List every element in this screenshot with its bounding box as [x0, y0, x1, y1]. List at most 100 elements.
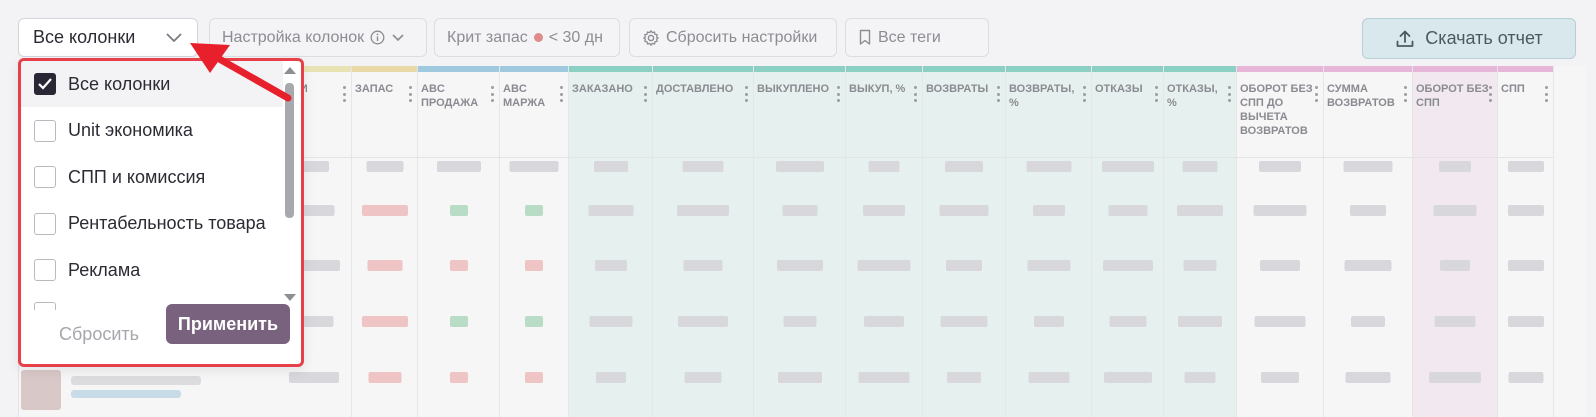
blurred-cell — [525, 372, 543, 383]
blurred-cell — [1183, 260, 1217, 271]
critical-stock-filter[interactable]: Крит запас < 30 дн — [434, 18, 620, 57]
table-column: ВОЗВРАТЫ — [923, 66, 1006, 417]
blurred-cell — [1343, 161, 1393, 172]
table-column: СУММА ВОЗВРАТОВ — [1324, 66, 1413, 417]
info-icon — [370, 30, 385, 45]
column-header[interactable]: ОБОРОТ БЕЗ СПП ДО ВЫЧЕТА ВОЗВРАТОВ — [1237, 72, 1323, 158]
column-header[interactable]: ВЫКУП, % — [846, 72, 922, 158]
column-menu-icon[interactable] — [914, 86, 918, 102]
column-menu-icon[interactable] — [745, 86, 749, 102]
checkbox[interactable] — [34, 119, 56, 142]
dropdown-apply-button[interactable]: Применить — [166, 304, 290, 344]
product-link-blurred — [71, 390, 181, 398]
column-group-option[interactable]: Рентабельность товара — [21, 201, 283, 247]
checkbox[interactable] — [34, 166, 56, 188]
column-menu-icon[interactable] — [343, 86, 347, 102]
column-group-option[interactable]: Unit экономика — [21, 108, 283, 154]
blurred-cell — [777, 372, 822, 383]
blurred-cell — [1440, 260, 1470, 271]
column-header[interactable]: ВОЗВРАТЫ — [923, 72, 1005, 158]
blurred-cell — [857, 260, 911, 271]
column-menu-icon[interactable] — [1083, 86, 1087, 102]
blurred-cell — [683, 260, 723, 271]
blurred-cell — [1507, 161, 1544, 172]
blurred-cell — [1344, 260, 1392, 271]
column-header[interactable]: ОБОРОТ БЕЗ СПП — [1413, 72, 1497, 158]
column-menu-icon[interactable] — [1545, 86, 1549, 102]
blurred-cell — [1259, 161, 1301, 172]
blurred-cell — [1027, 260, 1070, 271]
checkbox-checked[interactable] — [34, 73, 56, 95]
checkbox[interactable] — [34, 212, 56, 235]
chevron-down-icon — [392, 33, 404, 41]
blurred-cell — [1182, 161, 1218, 172]
column-menu-icon[interactable] — [560, 86, 564, 102]
column-menu-icon[interactable] — [491, 86, 495, 102]
column-menu-icon[interactable] — [1155, 86, 1159, 102]
column-header-label: СУММА ВОЗВРАТОВ — [1327, 83, 1395, 109]
column-menu-icon[interactable] — [1489, 86, 1493, 102]
table-column: ВОЗВРАТЫ, % — [1006, 66, 1092, 417]
blurred-cell — [361, 205, 408, 216]
blurred-cell — [868, 161, 900, 172]
column-menu-icon[interactable] — [1228, 86, 1232, 102]
blurred-cell — [775, 161, 824, 172]
columns-select[interactable]: Все колонки — [18, 18, 198, 57]
column-menu-icon[interactable] — [1404, 86, 1408, 102]
column-group-label: Unit экономика — [68, 120, 193, 140]
column-header-label: ОБОРОТ БЕЗ СПП — [1416, 83, 1489, 109]
checkbox[interactable] — [34, 259, 56, 281]
column-header[interactable]: СУММА ВОЗВРАТОВ — [1324, 72, 1412, 158]
column-header-label: ЗАКАЗАНО — [572, 83, 633, 95]
blurred-cell — [509, 161, 559, 172]
column-header[interactable]: ОТКАЗЫ, % — [1164, 72, 1236, 158]
blurred-cell — [946, 260, 982, 271]
blurred-cell — [367, 260, 402, 271]
column-header[interactable]: ДОСТАВЛЕНО — [653, 72, 753, 158]
blurred-cell — [1102, 260, 1153, 271]
column-menu-icon[interactable] — [997, 86, 1001, 102]
column-menu-icon[interactable] — [1315, 86, 1319, 102]
blurred-cell — [945, 161, 983, 172]
blurred-cell — [588, 205, 633, 216]
blurred-cell — [939, 205, 989, 216]
reset-settings-button[interactable]: Сбросить настройки — [629, 18, 837, 57]
scroll-down-arrow-icon[interactable] — [284, 294, 296, 301]
blurred-cell — [1351, 316, 1385, 327]
column-header[interactable]: ЗАПАС — [352, 72, 417, 158]
all-tags-label: Все теги — [878, 28, 941, 46]
column-menu-icon[interactable] — [644, 86, 648, 102]
column-group-option[interactable]: Реклама — [21, 247, 283, 293]
blurred-cell — [449, 205, 468, 216]
column-header[interactable]: ABC ПРОДАЖА — [418, 72, 499, 158]
blurred-cell — [1032, 205, 1065, 216]
blurred-cell — [449, 372, 468, 383]
all-tags-button[interactable]: Все теги — [845, 18, 989, 57]
chevron-down-icon — [166, 32, 182, 42]
blurred-cell — [1184, 372, 1216, 383]
column-header-label: ВЫКУП, % — [849, 83, 906, 95]
column-menu-icon[interactable] — [409, 86, 413, 102]
blurred-cell — [525, 260, 543, 271]
dropdown-reset-button[interactable]: Сбросить — [59, 314, 149, 354]
download-report-button[interactable]: Скачать отчет — [1362, 18, 1576, 59]
column-header[interactable]: ВЫКУПЛЕНО — [754, 72, 845, 158]
blurred-cell — [368, 372, 401, 383]
column-group-option[interactable]: СПП и комиссия — [21, 154, 283, 200]
table-column: ДОСТАВЛЕНО — [653, 66, 754, 417]
column-header[interactable]: СПП — [1498, 72, 1553, 158]
table-column: ОБОРОТ БЕЗ СПП ДО ВЫЧЕТА ВОЗВРАТОВ — [1237, 66, 1324, 417]
column-header[interactable]: ABC МАРЖА — [500, 72, 568, 158]
column-header-label: ОТКАЗЫ — [1095, 83, 1143, 95]
blurred-cell — [1260, 260, 1300, 271]
column-header[interactable]: ОТКАЗЫ — [1092, 72, 1163, 158]
column-header[interactable]: ВОЗВРАТЫ, % — [1006, 72, 1091, 158]
blurred-cell — [1434, 316, 1476, 327]
column-header[interactable]: ЗАКАЗАНО — [569, 72, 652, 158]
column-header-label: СПП — [1501, 83, 1525, 95]
blurred-cell — [1261, 372, 1299, 383]
column-header-label: ВОЗВРАТЫ — [926, 83, 989, 95]
table-column: ОБОРОТ БЕЗ СПП — [1413, 66, 1498, 417]
column-menu-icon[interactable] — [837, 86, 841, 102]
blurred-cell — [684, 372, 722, 383]
